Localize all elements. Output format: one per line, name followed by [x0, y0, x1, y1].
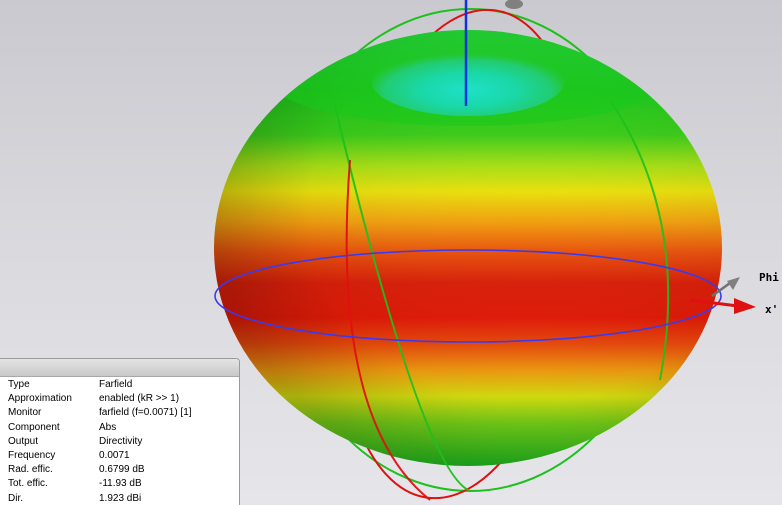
info-row: Dir. 1.923 dBi [8, 492, 192, 505]
radiation-pattern-body [214, 30, 722, 466]
info-key: Type [8, 379, 30, 390]
info-rows: Type Farfield Approximation enabled (kR >> … [8, 378, 192, 505]
info-value: -11.93 dB [99, 478, 142, 490]
info-value: Directivity [99, 435, 143, 447]
info-key: Frequency [8, 450, 56, 462]
info-key: Component [8, 421, 60, 433]
z-axis-marker [505, 0, 523, 9]
info-row: Tot. effic. -11.93 dB [8, 477, 192, 491]
info-row: Type Farfield [8, 378, 192, 392]
info-key: Rad. effic. [8, 464, 53, 476]
info-value: Farfield [99, 379, 133, 390]
info-value: farfield (f=0.0071) [1] [99, 407, 192, 419]
info-panel-header [0, 359, 239, 377]
farfield-3d-viewport[interactable]: Phi x' Type Farfield Approximation enabled … [0, 0, 782, 505]
info-key: Tot. effic. [8, 478, 48, 490]
info-key: Monitor [8, 407, 42, 419]
info-value: Abs [99, 421, 117, 433]
info-value: 0.0071 [99, 450, 130, 462]
phi-indicator-arrowhead [727, 277, 740, 290]
info-value: 0.6799 dB [99, 464, 145, 476]
info-key: Dir. [8, 492, 23, 504]
info-row: Rad. effic. 0.6799 dB [8, 463, 192, 477]
info-key: Output [8, 435, 39, 447]
info-value: enabled (kR >> 1) [99, 393, 180, 405]
phi-axis-label: Phi [759, 271, 779, 284]
info-row: Output Directivity [8, 435, 192, 449]
info-row: Frequency 0.0071 [8, 449, 192, 463]
x-axis-label: x' [765, 303, 779, 316]
info-row: Approximation enabled (kR >> 1) [8, 392, 192, 406]
info-row: Component Abs [8, 421, 192, 435]
info-value: 1.923 dBi [99, 492, 142, 504]
info-key: Approximation [8, 393, 72, 405]
farfield-info-panel: Type Farfield Approximation enabled (kR >> … [0, 358, 240, 505]
info-row: Monitor farfield (f=0.0071) [1] [8, 406, 192, 420]
x-axis-arrowhead [734, 298, 756, 314]
